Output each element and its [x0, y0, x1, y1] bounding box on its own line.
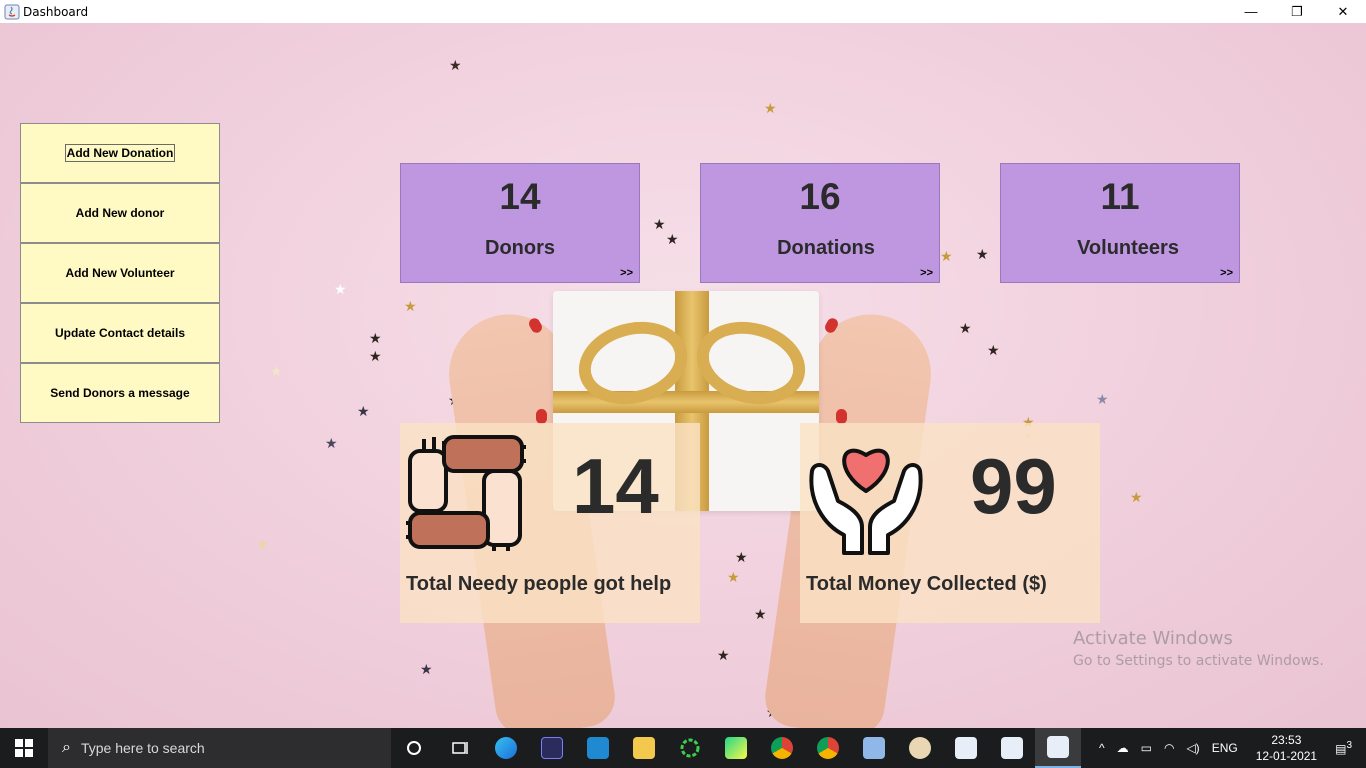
taskbar-search-box[interactable]: ⌕ Type here to search [48, 728, 391, 768]
heart-hands-icon [809, 448, 923, 555]
taskbar: ⌕ Type here to search ^ ☁ ▭ ◠ ◁) ENG 23:… [0, 728, 1366, 768]
add-new-volunteer-label: Add New Volunteer [65, 266, 175, 280]
donations-label: Donations [777, 237, 875, 259]
star-decoration: ★ [735, 549, 748, 565]
needy-people-caption: Total Needy people got help [406, 573, 672, 595]
add-new-volunteer-button[interactable]: Add New Volunteer [20, 243, 220, 303]
chrome-profile-icon[interactable] [805, 728, 851, 768]
add-new-donation-button[interactable]: Add New Donation [20, 123, 220, 183]
search-placeholder: Type here to search [80, 740, 205, 756]
minimize-button[interactable]: — [1228, 0, 1274, 23]
donations-count: 16 [799, 176, 841, 217]
add-new-donor-label: Add New donor [75, 206, 165, 220]
clock-date: 12-01-2021 [1255, 749, 1318, 763]
network-error-icon[interactable]: ☁ [1111, 741, 1135, 755]
star-decoration: ★ [1130, 489, 1143, 505]
send-donors-message-label: Send Donors a message [50, 386, 190, 400]
battery-icon[interactable]: ▭ [1135, 741, 1158, 755]
volunteers-card[interactable]: 11 Volunteers >> [1000, 163, 1240, 283]
windows-logo-icon [15, 739, 33, 757]
clock[interactable]: 23:53 12-01-2021 [1244, 732, 1329, 764]
volunteers-label: Volunteers [1077, 237, 1179, 259]
star-decoration: ★ [727, 569, 740, 585]
nail-decoration [536, 409, 547, 424]
window-title: Dashboard [23, 4, 89, 19]
star-decoration: ★ [449, 57, 462, 73]
edge-browser-icon[interactable] [483, 728, 529, 768]
star-decoration: ★ [940, 248, 953, 264]
star-decoration: ★ [959, 320, 972, 336]
star-decoration: ★ [987, 342, 1000, 358]
paint-icon[interactable] [897, 728, 943, 768]
donors-card[interactable]: 14 Donors >> [400, 163, 640, 283]
star-decoration: ★ [334, 281, 347, 297]
volume-icon[interactable]: ◁) [1180, 741, 1205, 755]
nail-decoration [836, 409, 847, 424]
terminal-icon[interactable] [529, 728, 575, 768]
add-new-donation-label: Add New Donation [64, 144, 176, 162]
money-collected-amount: 99 [970, 442, 1057, 530]
update-contact-details-button[interactable]: Update Contact details [20, 303, 220, 363]
star-decoration: ★ [717, 647, 730, 663]
star-decoration: ★ [420, 661, 433, 677]
activate-windows-subtitle: Go to Settings to activate Windows. [1073, 653, 1324, 669]
start-button[interactable] [0, 728, 48, 768]
volunteers-count: 11 [1100, 176, 1140, 217]
star-decoration: ★ [976, 246, 989, 262]
java-app-icon[interactable] [989, 728, 1035, 768]
donations-card[interactable]: 16 Donations >> [700, 163, 940, 283]
add-new-donor-button[interactable]: Add New donor [20, 183, 220, 243]
activate-windows-title: Activate Windows [1073, 628, 1233, 649]
donors-count: 14 [499, 176, 541, 217]
notification-center-icon[interactable]: ▤3 [1329, 740, 1366, 756]
star-decoration: ★ [754, 606, 767, 622]
language-indicator[interactable]: ENG [1206, 741, 1244, 755]
java-app-icon [4, 4, 20, 19]
search-icon: ⌕ [62, 739, 71, 756]
star-decoration: ★ [666, 231, 679, 247]
notification-count: 3 [1346, 740, 1352, 751]
needy-people-panel: 14 Total Needy people got help [400, 423, 700, 623]
star-decoration: ★ [369, 348, 382, 364]
needy-people-count: 14 [572, 442, 659, 530]
star-decoration: ★ [256, 536, 269, 552]
wifi-icon[interactable]: ◠ [1158, 741, 1180, 755]
activate-windows-watermark: Activate Windows Go to Settings to activ… [1073, 628, 1324, 669]
star-decoration: ★ [369, 330, 382, 346]
pycharm-icon[interactable] [713, 728, 759, 768]
star-decoration: ★ [270, 363, 283, 379]
task-view-icon[interactable] [437, 728, 483, 768]
app-green-ring-icon[interactable] [667, 728, 713, 768]
helping-hands-icon [406, 435, 526, 551]
chevron-up-icon[interactable]: ^ [1093, 741, 1111, 755]
star-decoration: ★ [357, 403, 370, 419]
donors-label: Donors [485, 237, 555, 259]
cortana-icon[interactable] [391, 728, 437, 768]
close-button[interactable]: ✕ [1320, 0, 1366, 23]
star-decoration: ★ [653, 216, 666, 232]
java-app-icon[interactable] [943, 728, 989, 768]
file-explorer-icon[interactable] [621, 728, 667, 768]
star-decoration: ★ [325, 435, 338, 451]
send-donors-message-button[interactable]: Send Donors a message [20, 363, 220, 423]
clock-time: 23:53 [1271, 733, 1302, 747]
volunteers-more-link[interactable]: >> [1220, 267, 1233, 279]
donors-more-link[interactable]: >> [620, 267, 633, 279]
java-app-icon[interactable] [1035, 728, 1081, 768]
restore-button[interactable]: ❐ [1274, 0, 1320, 23]
title-bar: Dashboard — ❐ ✕ [0, 0, 1366, 23]
star-decoration: ★ [404, 298, 417, 314]
update-contact-details-label: Update Contact details [54, 326, 186, 340]
chrome-icon[interactable] [759, 728, 805, 768]
star-decoration: ★ [1096, 391, 1109, 407]
vscode-icon[interactable] [575, 728, 621, 768]
star-decoration: ★ [764, 100, 777, 116]
virtualbox-icon[interactable] [851, 728, 897, 768]
donations-more-link[interactable]: >> [920, 267, 933, 279]
money-collected-caption: Total Money Collected ($) [806, 573, 1047, 595]
system-tray: ^ ☁ ▭ ◠ ◁) ENG 23:53 12-01-2021 ▤3 [1093, 728, 1366, 768]
money-collected-panel: 99 Total Money Collected ($) [800, 423, 1100, 623]
